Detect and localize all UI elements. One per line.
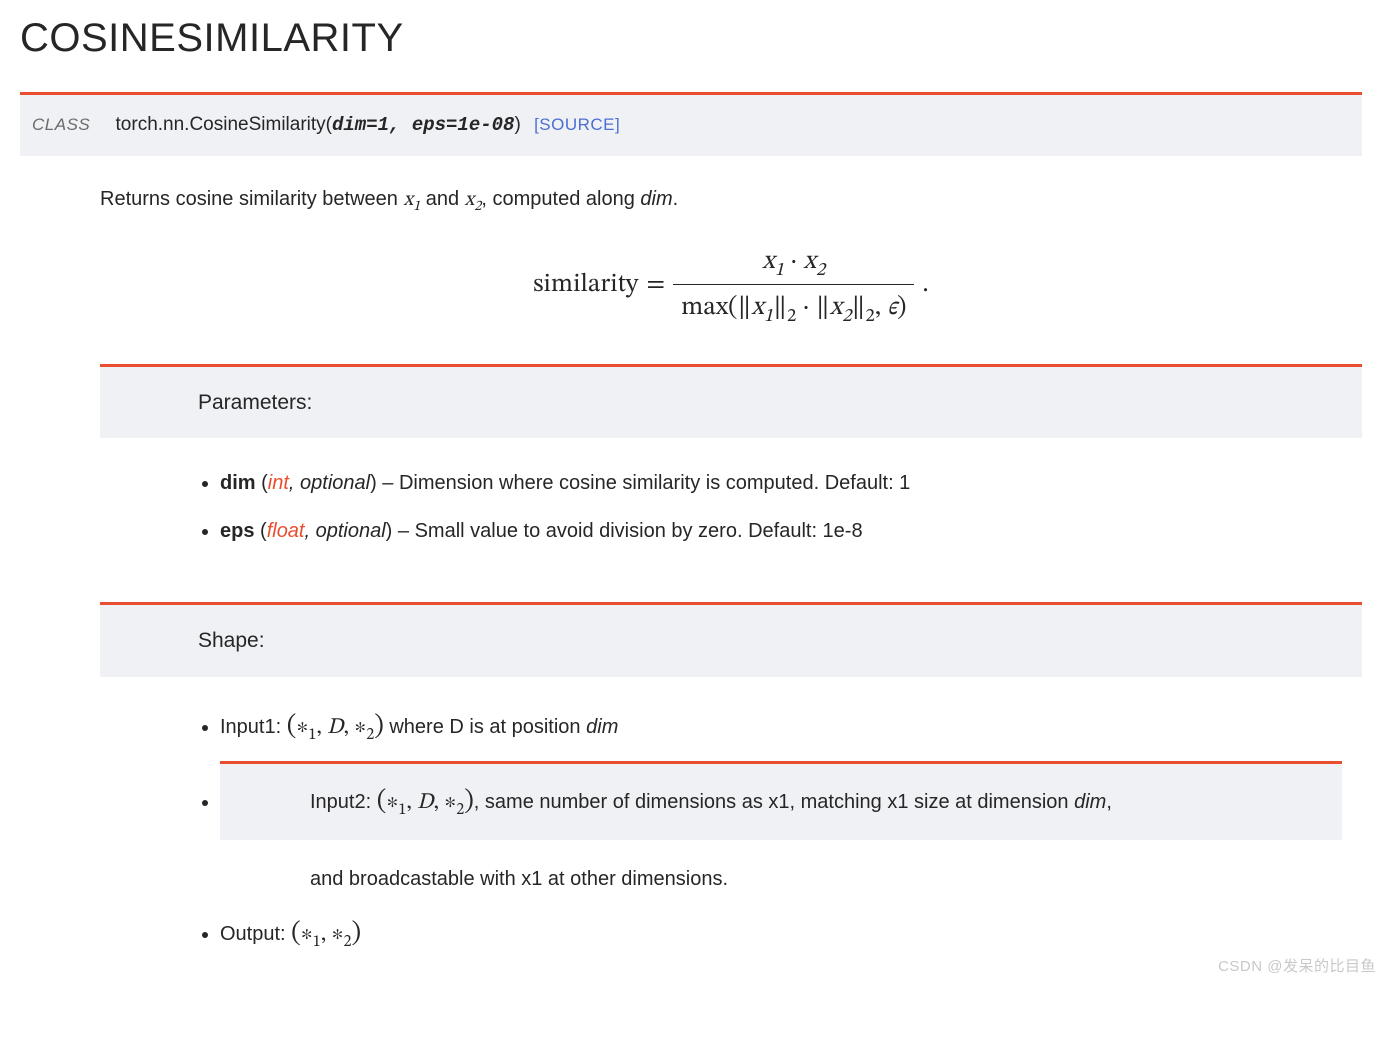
parameters-box: Parameters: dim (int, optional) – Dimens… [100,364,1362,547]
page-title: COSINESIMILARITY [20,8,1362,68]
source-link[interactable]: [SOURCE] [534,115,620,134]
param-dim-name: dim [220,472,256,494]
signature-sep: , [389,114,412,136]
param-dim-type-link[interactable]: int [268,472,289,494]
signature-path: torch.nn.CosineSimilarity [116,114,326,135]
desc-t4: . [673,188,679,210]
parameters-list: dim (int, optional) – Dimension where co… [198,468,1342,546]
param-eps-desc: Small value to avoid division by zero. D… [415,520,863,542]
param-dim: dim (int, optional) – Dimension where co… [220,468,1342,498]
shape-box: Shape: Input1: (∗1, D, ∗2) where D is at… [100,602,1362,954]
signature-arg-eps: eps=1e-08 [412,114,515,136]
desc-t2: and [420,188,464,210]
desc-t3: , computed along [481,188,640,210]
formula-lhs: similarity [533,266,638,305]
signature-keyword: CLASS [32,115,90,134]
param-eps-name: eps [220,520,254,542]
formula-eq: = [646,266,665,305]
description: Returns cosine similarity between x1 and… [100,184,1362,215]
formula-fraction: x1 · x2 max(∥x1∥2 · ∥x2∥2, ϵ) [673,243,914,328]
desc-x1: x1 [403,190,420,210]
shape-input2: Input2: (∗1, D, ∗2), same number of dime… [220,761,1342,896]
shape-output: Output: (∗1, ∗2) [220,914,1342,954]
signature-arg-dim: dim=1 [332,114,389,136]
parameters-label: Parameters: [100,364,1362,439]
formula-denominator: max(∥x1∥2 · ∥x2∥2, ϵ) [673,284,914,328]
class-signature: CLASS torch.nn.CosineSimilarity(dim=1, e… [20,92,1362,156]
signature-close: ) [514,114,520,135]
desc-dim: dim [640,188,672,210]
desc-x2: x2 [465,190,482,210]
shape-input2-body: and broadcastable with x1 at other dimen… [220,840,1342,896]
shape-label: Shape: [100,602,1362,677]
param-dim-desc: Dimension where cosine similarity is com… [399,472,910,494]
shape-list: Input1: (∗1, D, ∗2) where D is at positi… [198,707,1342,955]
formula-numerator: x1 · x2 [754,243,833,284]
formula-period: . [922,266,928,305]
param-eps: eps (float, optional) – Small value to a… [220,516,1342,546]
formula: similarity = x1 · x2 max(∥x1∥2 · ∥x2∥2, … [100,243,1362,328]
desc-t1: Returns cosine similarity between [100,188,403,210]
param-eps-type-link[interactable]: float [267,520,305,542]
shape-input1: Input1: (∗1, D, ∗2) where D is at positi… [220,707,1342,747]
shape-input2-header: Input2: (∗1, D, ∗2), same number of dime… [220,761,1342,840]
